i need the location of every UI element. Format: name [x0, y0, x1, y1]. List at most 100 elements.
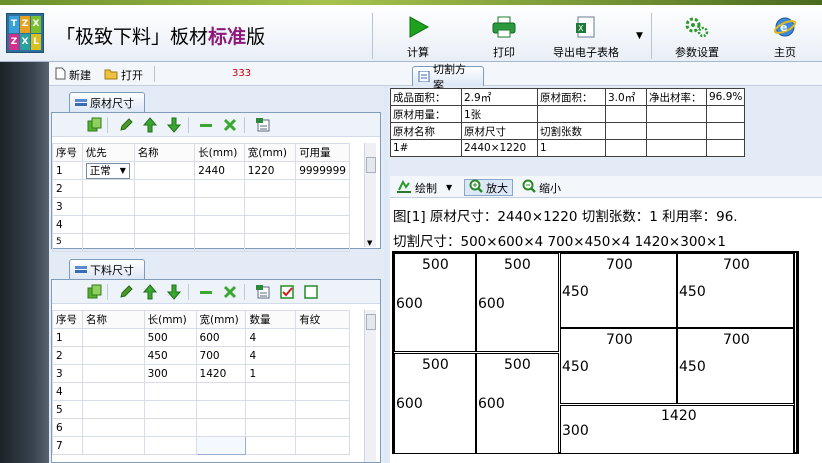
scrollbar-thumb[interactable] [366, 157, 376, 173]
open-folder-icon [104, 68, 118, 83]
logo-letter: Z [9, 33, 19, 50]
count-label: 333 [232, 68, 252, 79]
menu-bar: 新建 打开 333 [0, 62, 822, 86]
left-dark-strip [0, 62, 49, 463]
import-icon[interactable] [255, 117, 271, 133]
arrow-down-icon[interactable] [166, 117, 182, 133]
logo-letter: X [20, 33, 30, 50]
menu-separator [154, 66, 155, 82]
table-row[interactable]: 3 300 1420 1 [52, 364, 350, 383]
logo-letter: L [31, 33, 41, 50]
checkbox-empty-icon[interactable] [303, 284, 319, 300]
cut-size-panel: 序号 名称 长(mm) 宽(mm) 数量 有纹 1 500 600 4 2 450 700… [51, 279, 381, 463]
table-row[interactable]: 5 [52, 233, 350, 252]
table-row[interactable]: 7 [52, 436, 350, 455]
cut-piece[interactable]: 700 450 [677, 328, 794, 404]
settings-button[interactable]: 参数设置 [675, 13, 719, 61]
app-header: T Z X Z X L 「极致下料」板材标准版 计算 打印 X 导出电子表格 ▼… [0, 5, 822, 62]
pencil-icon[interactable] [118, 284, 134, 300]
svg-text:X: X [578, 24, 584, 33]
chevron-down-icon[interactable]: ▼ [446, 183, 452, 192]
draw-button[interactable]: 绘制 ▼ [392, 179, 456, 196]
waste-strip [794, 253, 797, 454]
new-file-icon [54, 67, 66, 83]
new-button[interactable]: 新建 [54, 67, 91, 83]
app-title: 「极致下料」板材标准版 [56, 26, 266, 48]
cut-piece[interactable]: 700 450 [677, 253, 794, 328]
table-row[interactable]: 5 [52, 400, 350, 419]
zoom-out-icon [522, 179, 536, 196]
cut-piece[interactable]: 700 450 [560, 253, 677, 328]
priority-select[interactable]: 正常 ▼ [85, 162, 130, 179]
gears-icon [683, 13, 711, 41]
cut-size-table: 序号 名称 长(mm) 宽(mm) 数量 有纹 1 500 600 4 2 450 700… [52, 310, 350, 455]
left-pane: 原材尺寸 序号 优先 名称 长(mm) 宽(mm) 可用量 1 正常 ▼ 244… [49, 86, 384, 463]
table-row[interactable]: 3 [52, 197, 350, 216]
cut-piece[interactable]: 1420 300 [560, 405, 794, 454]
chevron-down-icon: ▼ [119, 166, 126, 175]
minus-icon[interactable] [198, 284, 214, 300]
minus-icon[interactable] [198, 117, 214, 133]
svg-text:e: e [780, 21, 787, 34]
zoom-out-button[interactable]: 缩小 [518, 179, 565, 196]
arrow-up-icon[interactable] [142, 117, 158, 133]
arrow-down-icon[interactable] [166, 284, 182, 300]
tab-raw-material[interactable]: 原材尺寸 [69, 92, 145, 112]
table-row[interactable]: 1 500 600 4 [52, 328, 350, 347]
close-x-icon[interactable] [222, 117, 238, 133]
cut-piece[interactable]: 500 600 [476, 253, 559, 352]
table-row[interactable]: 1 正常 ▼ 2440 1220 9999999 [52, 161, 350, 180]
print-button[interactable]: 打印 [490, 13, 518, 61]
import-icon[interactable] [255, 284, 271, 300]
zoom-in-icon [469, 179, 483, 196]
checkbox-checked-icon[interactable] [279, 284, 295, 300]
table-row[interactable]: 2 450 700 4 [52, 346, 350, 365]
cut-piece[interactable]: 500 600 [476, 353, 559, 454]
table-row[interactable]: 4 [52, 215, 350, 234]
raw-material-toolbar [52, 113, 380, 137]
copy-icon[interactable] [87, 117, 103, 133]
cut-piece[interactable]: 700 450 [560, 328, 677, 404]
raw-material-table: 序号 优先 名称 长(mm) 宽(mm) 可用量 1 正常 ▼ 2440 1220… [52, 143, 350, 252]
table-header-row: 序号 名称 长(mm) 宽(mm) 数量 有纹 [52, 310, 350, 329]
stack-icon [75, 264, 87, 275]
cut-piece[interactable]: 500 600 [394, 353, 476, 454]
copy-icon[interactable] [87, 284, 103, 300]
pencil-icon[interactable] [118, 117, 134, 133]
plan-description-line1: 图[1] 原材尺寸：2440×1220 切割张数：1 利用率：96. [393, 209, 738, 225]
logo-letter: X [31, 16, 41, 33]
plan-description-line2: 切割尺寸：500×600×4 700×450×4 1420×300×1 [393, 234, 726, 250]
excel-export-icon: X [572, 13, 600, 41]
scrollbar-thumb[interactable] [366, 314, 376, 330]
tab-cut-size[interactable]: 下料尺寸 [69, 259, 145, 279]
export-dropdown-arrow-icon[interactable]: ▼ [636, 31, 643, 41]
active-cell[interactable] [195, 436, 247, 455]
app-logo: T Z X Z X L [6, 13, 44, 53]
open-button[interactable]: 打开 [104, 67, 143, 83]
zoom-in-button[interactable]: 放大 [464, 179, 513, 196]
document-icon [418, 70, 430, 83]
tab-cut-plan[interactable]: 切割方案 [412, 63, 484, 92]
close-x-icon[interactable] [222, 284, 238, 300]
raw-table-scrollbar[interactable]: ▼ [364, 143, 376, 247]
export-excel-button[interactable]: X 导出电子表格 [553, 13, 619, 61]
toolbar-separator [372, 13, 373, 59]
arrow-up-icon[interactable] [142, 284, 158, 300]
table-row[interactable]: 6 [52, 418, 350, 437]
scroll-down-icon[interactable]: ▼ [367, 239, 372, 247]
table-row[interactable]: 4 [52, 382, 350, 401]
printer-icon [490, 13, 518, 41]
cut-piece[interactable]: 500 600 [394, 253, 476, 352]
draw-icon [396, 179, 412, 196]
table-row[interactable]: 2 [52, 179, 350, 198]
logo-letter: T [9, 16, 19, 33]
calc-button[interactable]: 计算 [404, 13, 432, 61]
play-icon [404, 13, 432, 41]
stack-icon [75, 97, 87, 108]
cut-table-scrollbar[interactable] [364, 310, 376, 462]
raw-sheet-drawing[interactable]: 500 600 500 600 500 600 500 600 700 450 … [392, 251, 799, 454]
table-header-row: 序号 优先 名称 长(mm) 宽(mm) 可用量 [52, 143, 350, 162]
home-button[interactable]: e 主页 [771, 13, 799, 61]
toolbar-separator [651, 13, 652, 59]
ie-globe-icon: e [771, 13, 799, 41]
